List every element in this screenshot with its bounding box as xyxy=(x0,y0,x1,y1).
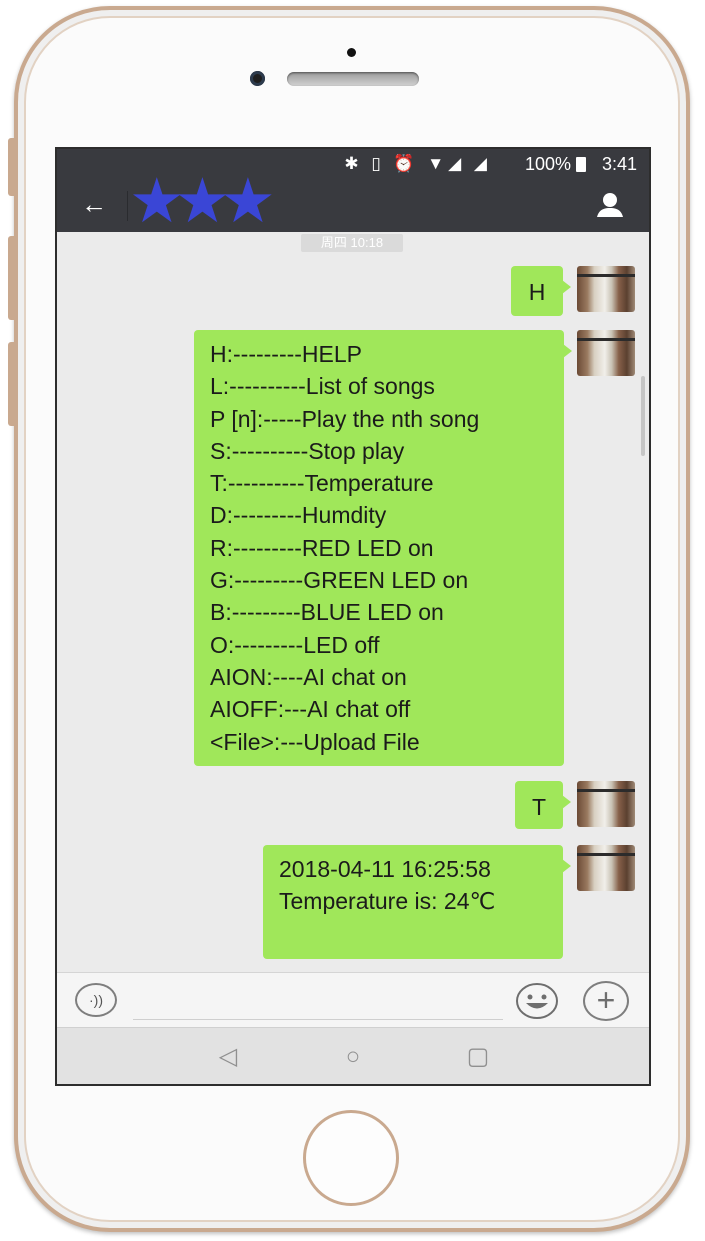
phone-volume-down-button xyxy=(8,342,16,426)
user-avatar[interactable] xyxy=(577,781,635,827)
phone-home-button[interactable] xyxy=(303,1110,399,1206)
chat-area[interactable]: 周四 10:18 H H:---------HELP L:----------L… xyxy=(57,232,649,972)
contact-profile-icon[interactable] xyxy=(595,190,625,220)
message-line: Temperature is: 24℃ xyxy=(279,888,496,915)
message-line: AION:----AI chat on xyxy=(210,663,407,690)
message-input-bar: ·)) + xyxy=(57,972,649,1028)
message-line: B:---------BLUE LED on xyxy=(210,599,444,626)
battery-icon xyxy=(576,157,586,172)
message-line: AIOFF:---AI chat off xyxy=(210,696,411,723)
sent-message-bubble[interactable]: H:---------HELP L:----------List of song… xyxy=(194,330,572,766)
emoji-icon[interactable] xyxy=(515,982,559,1020)
sent-message-bubble[interactable]: T xyxy=(515,781,571,829)
android-nav-bar: ◁ ○ ▢ xyxy=(57,1027,649,1084)
message-text: H xyxy=(528,279,546,305)
title-divider xyxy=(127,191,128,221)
back-arrow-icon[interactable]: ← xyxy=(81,189,107,219)
message-line: D:---------Humdity xyxy=(210,502,387,529)
message-line: G:---------GREEN LED on xyxy=(210,567,469,594)
message-line: H:---------HELP xyxy=(210,341,363,367)
message-line: P [n]:-----Play the nth song xyxy=(210,405,480,432)
user-avatar[interactable] xyxy=(577,330,635,376)
more-options-icon[interactable]: + xyxy=(583,981,629,1021)
chat-title-bar: ← ★★★ xyxy=(57,171,649,233)
message-line: O:---------LED off xyxy=(210,631,380,658)
nav-home-icon[interactable]: ○ xyxy=(338,1042,368,1072)
message-timestamp: 周四 10:18 xyxy=(301,234,403,252)
earpiece-speaker xyxy=(287,72,419,86)
sent-message-bubble[interactable]: H xyxy=(511,266,571,316)
battery-percentage: 100% xyxy=(524,154,571,174)
user-avatar[interactable] xyxy=(577,266,635,312)
contact-name-redaction: ★★★ xyxy=(129,167,276,236)
status-time: 3:41 xyxy=(601,154,637,174)
phone-screen: ✱ ▯ ⏰ ▼◢ ◢ 100% 3:41 ← ★★★ 周四 10:18 H H:… xyxy=(55,147,651,1086)
voice-input-icon[interactable]: ·)) xyxy=(75,983,117,1017)
message-line: T:----------Temperature xyxy=(210,470,434,497)
phone-mute-switch xyxy=(8,138,16,196)
message-text: T xyxy=(531,794,547,820)
chat-scrollbar[interactable] xyxy=(641,376,645,456)
message-line: S:----------Stop play xyxy=(210,437,405,464)
sent-message-bubble[interactable]: 2018-04-11 16:25:58 Temperature is: 24℃ xyxy=(263,845,571,959)
message-line: 2018-04-11 16:25:58 xyxy=(279,856,491,882)
message-line: L:----------List of songs xyxy=(210,373,435,400)
user-avatar[interactable] xyxy=(577,845,635,891)
message-input[interactable] xyxy=(133,983,503,1020)
status-icons: ✱ ▯ ⏰ ▼◢ ◢ xyxy=(344,154,491,173)
phone-volume-up-button xyxy=(8,236,16,320)
nav-recents-icon[interactable]: ▢ xyxy=(463,1042,493,1072)
nav-back-icon[interactable]: ◁ xyxy=(213,1042,243,1072)
front-camera xyxy=(250,71,265,86)
message-line: R:---------RED LED on xyxy=(210,534,434,561)
message-line: <File>:---Upload File xyxy=(210,728,420,755)
proximity-sensor xyxy=(347,48,356,57)
